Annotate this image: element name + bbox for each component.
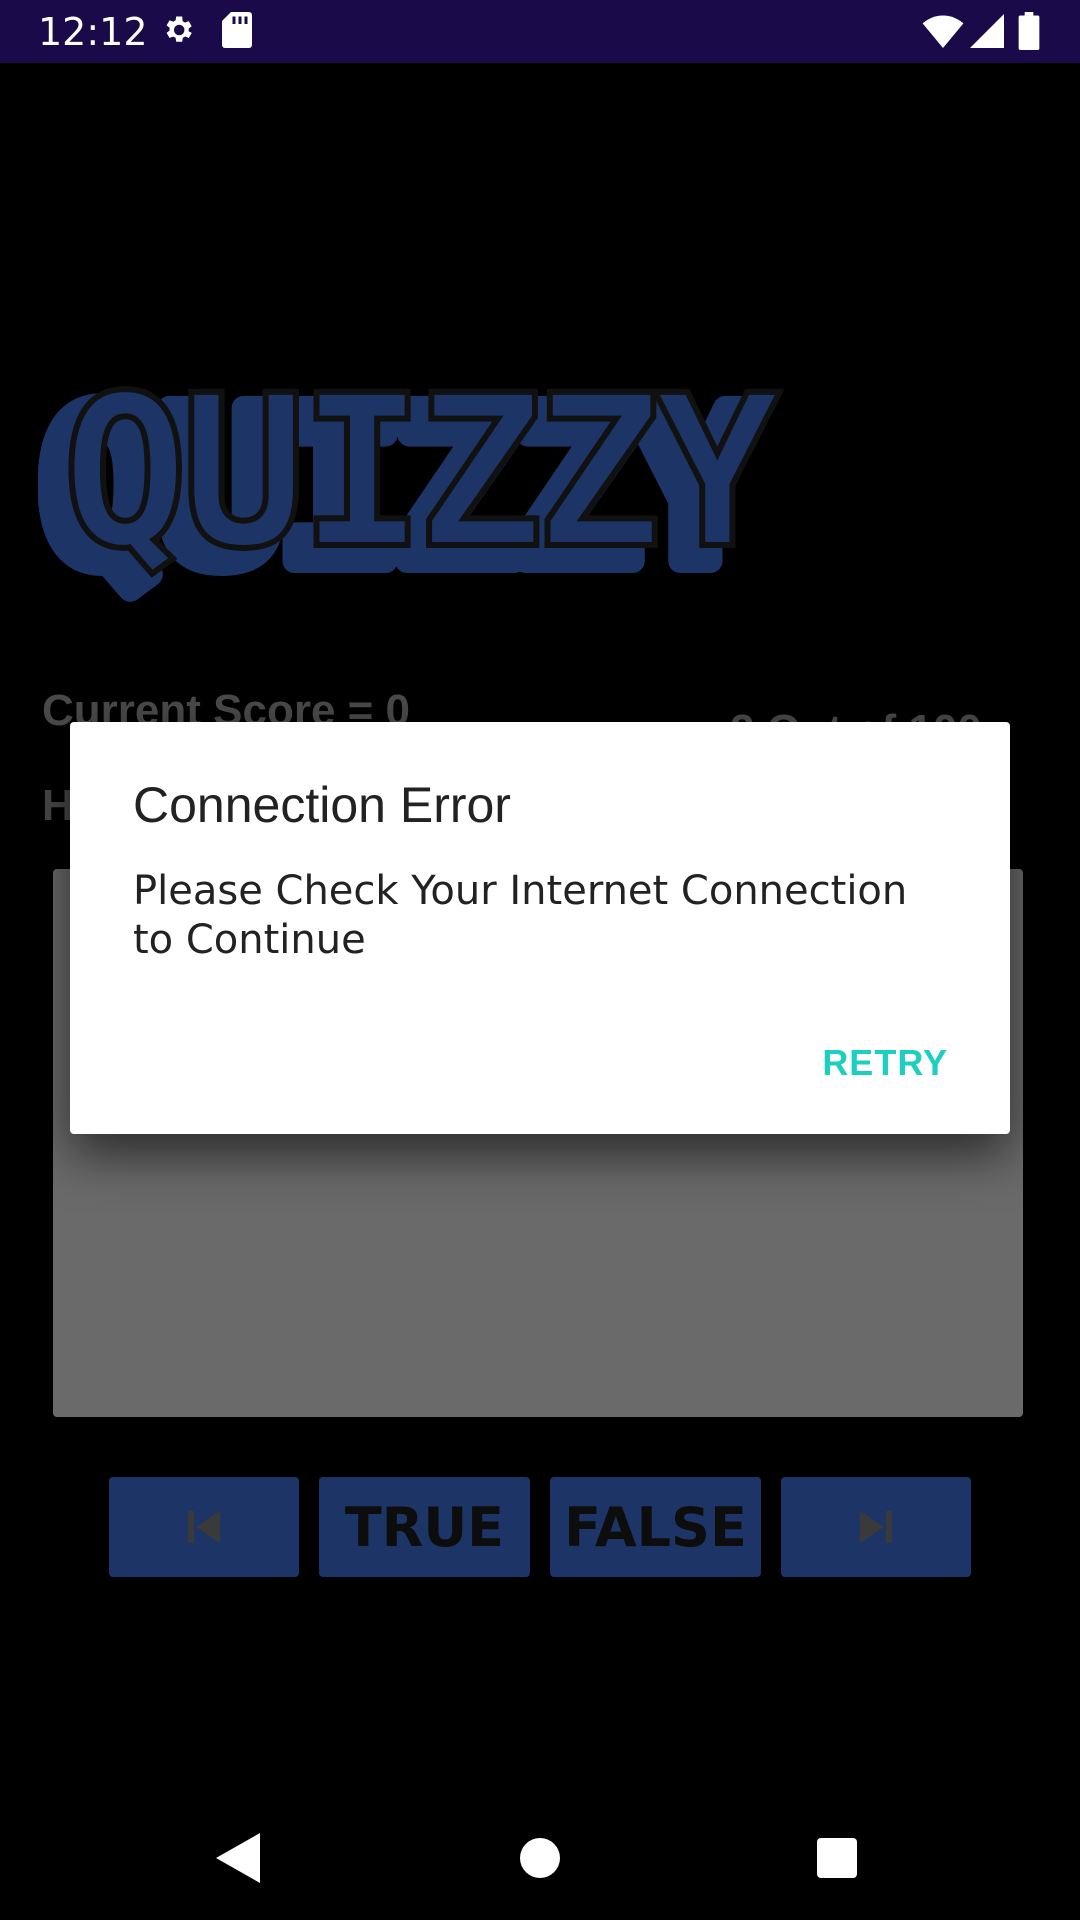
wifi-icon [922,15,964,48]
status-time: 12:12 [38,10,148,54]
navigation-bar [0,1811,1080,1920]
recents-icon[interactable] [817,1838,857,1878]
battery-icon [1018,12,1040,50]
connection-error-dialog: Connection Error Please Check Your Inter… [70,722,1010,1134]
cell-signal-icon [970,14,1004,48]
dialog-message: Please Check Your Internet Connection to… [133,868,908,963]
back-icon[interactable] [216,1833,260,1883]
status-bar: 12:12 [0,0,1080,63]
sd-card-icon [222,12,252,48]
home-icon[interactable] [520,1838,560,1878]
retry-button[interactable]: RETRY [822,1042,948,1084]
dialog-title: Connection Error [133,777,511,833]
settings-icon [166,16,192,42]
